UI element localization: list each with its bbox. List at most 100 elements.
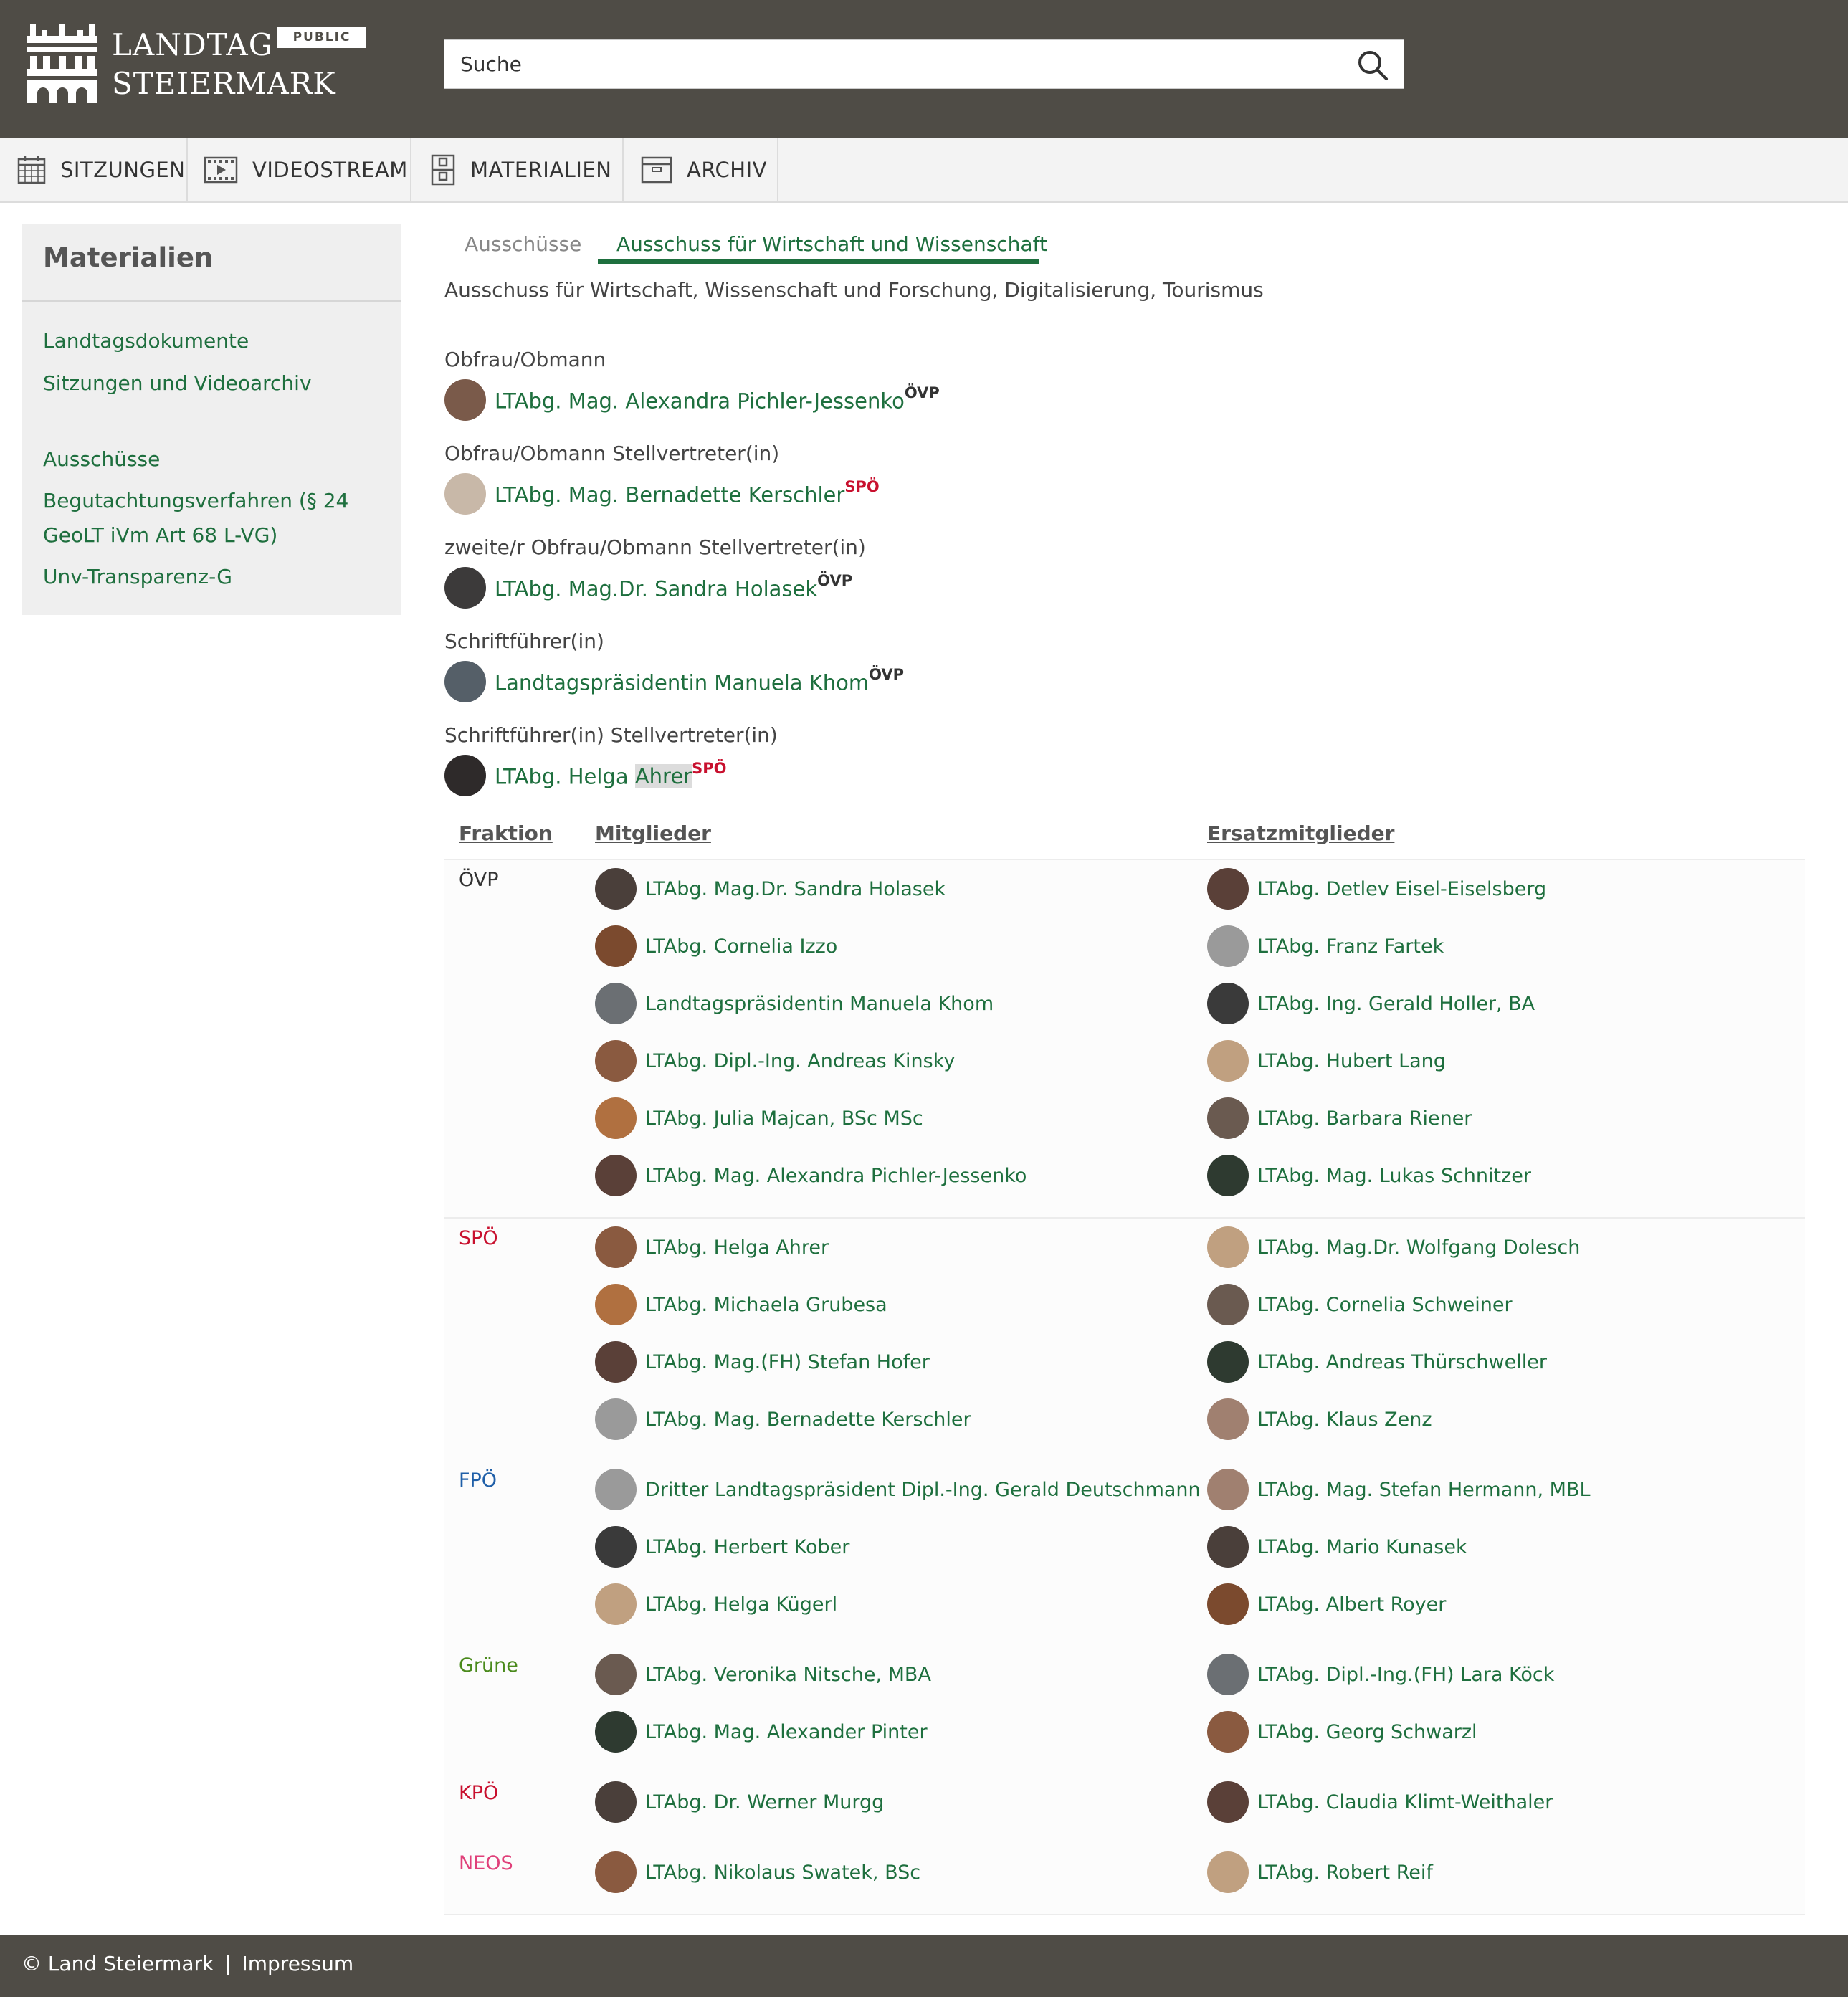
substitute-link[interactable]: LTAbg. Hubert Lang	[1257, 1050, 1446, 1072]
site-logo[interactable]: LANDTAG STEIERMARK PUBLIC	[27, 22, 371, 108]
main-nav: SITZUNGEN VIDEOSTREAM MATERIALIEN ARCHIV	[0, 138, 1848, 203]
member-link[interactable]: LTAbg. Nikolaus Swatek, BSc	[645, 1862, 920, 1884]
avatar	[1207, 1226, 1249, 1268]
documents-icon	[431, 154, 455, 186]
person-name: LTAbg. Helga	[495, 764, 635, 789]
tab-ausschuss-wirtschaft[interactable]: Ausschuss für Wirtschaft und Wissenschaf…	[616, 232, 1047, 256]
substitute-item: LTAbg. Franz Fartek	[1207, 925, 1444, 968]
member-item: LTAbg. Julia Majcan, BSc MSc	[595, 1097, 923, 1140]
avatar	[595, 1469, 637, 1510]
substitute-link[interactable]: LTAbg. Albert Royer	[1257, 1593, 1446, 1616]
sidebar-link-landtagsdokumente[interactable]: Landtagsdokumente	[43, 324, 249, 358]
substitute-item: LTAbg. Mag.Dr. Wolfgang Dolesch	[1207, 1226, 1580, 1269]
party-badge: ÖVP	[817, 571, 853, 589]
member-link[interactable]: LTAbg. Julia Majcan, BSc MSc	[645, 1107, 923, 1130]
search-icon	[1358, 51, 1388, 80]
avatar	[1207, 1526, 1249, 1568]
substitute-link[interactable]: LTAbg. Mag. Stefan Hermann, MBL	[1257, 1479, 1591, 1501]
substitute-link[interactable]: LTAbg. Cornelia Schweiner	[1257, 1294, 1513, 1316]
substitute-link[interactable]: LTAbg. Robert Reif	[1257, 1862, 1433, 1884]
nav-materialien[interactable]: MATERIALIEN	[411, 138, 624, 201]
substitute-link[interactable]: LTAbg. Mag.Dr. Wolfgang Dolesch	[1257, 1236, 1580, 1259]
member-item: LTAbg. Michaela Grubesa	[595, 1283, 887, 1326]
substitute-link[interactable]: LTAbg. Mag. Lukas Schnitzer	[1257, 1165, 1531, 1187]
role-person: Landtagspräsidentin Manuela KhomÖVP	[444, 660, 904, 703]
member-link[interactable]: LTAbg. Mag. Bernadette Kerschler	[645, 1409, 971, 1431]
avatar	[444, 755, 486, 796]
avatar	[595, 1226, 637, 1268]
member-link[interactable]: LTAbg. Mag. Alexandra Pichler-Jessenko	[645, 1165, 1027, 1187]
substitute-link[interactable]: LTAbg. Claudia Klimt-Weithaler	[1257, 1791, 1553, 1813]
substitute-link[interactable]: LTAbg. Georg Schwarzl	[1257, 1721, 1477, 1743]
member-link[interactable]: LTAbg. Dipl.-Ing. Andreas Kinsky	[645, 1050, 955, 1072]
member-link[interactable]: LTAbg. Cornelia Izzo	[645, 935, 837, 958]
member-item: LTAbg. Mag. Bernadette Kerschler	[595, 1398, 971, 1441]
member-link[interactable]: LTAbg. Mag.(FH) Stefan Hofer	[645, 1351, 930, 1373]
member-link[interactable]: LTAbg. Helga Ahrer	[645, 1236, 829, 1259]
avatar	[444, 661, 486, 702]
nav-archiv[interactable]: ARCHIV	[624, 138, 778, 201]
sidebar-link-ausschuesse[interactable]: Ausschüsse	[43, 442, 160, 477]
avatar	[1207, 925, 1249, 967]
person-name: LTAbg. Mag.Dr. Sandra Holasek	[495, 576, 818, 601]
substitute-item: LTAbg. Hubert Lang	[1207, 1039, 1446, 1082]
member-link[interactable]: LTAbg. Mag.Dr. Sandra Holasek	[645, 878, 946, 900]
avatar	[595, 868, 637, 910]
nav-materialien-label: MATERIALIEN	[470, 158, 612, 182]
person-link[interactable]: LTAbg. Mag. Bernadette KerschlerSPÖ	[495, 478, 880, 507]
member-link[interactable]: LTAbg. Veronika Nitsche, MBA	[645, 1664, 931, 1686]
sidebar-link-sitzungen-videoarchiv[interactable]: Sitzungen und Videoarchiv	[43, 366, 312, 401]
member-link[interactable]: LTAbg. Helga Kügerl	[645, 1593, 837, 1616]
column-header-mitglieder[interactable]: Mitglieder	[595, 821, 711, 845]
avatar	[1207, 868, 1249, 910]
sidebar-link-begutachtungsverfahren[interactable]: Begutachtungsverfahren (§ 24	[43, 484, 348, 518]
substitute-link[interactable]: LTAbg. Franz Fartek	[1257, 935, 1444, 958]
member-item: LTAbg. Dr. Werner Murgg	[595, 1781, 884, 1824]
substitute-item: LTAbg. Albert Royer	[1207, 1583, 1446, 1626]
row-divider	[444, 1914, 1805, 1915]
member-item: LTAbg. Mag.Dr. Sandra Holasek	[595, 867, 946, 910]
search-button[interactable]	[1356, 49, 1389, 82]
fraktion-label: FPÖ	[459, 1469, 497, 1492]
substitute-item: LTAbg. Andreas Thürschweller	[1207, 1340, 1547, 1383]
role-label: Schriftführer(in) Stellvertreter(in)	[444, 723, 778, 747]
substitute-link[interactable]: LTAbg. Barbara Riener	[1257, 1107, 1472, 1130]
party-badge: ÖVP	[904, 383, 940, 401]
substitute-item: LTAbg. Robert Reif	[1207, 1851, 1433, 1894]
sidebar-link-begutachtungsverfahren-cont[interactable]: GeoLT iVm Art 68 L-VG)	[43, 518, 277, 553]
person-name: LTAbg. Mag. Alexandra Pichler-Jessenko	[495, 389, 905, 414]
substitute-link[interactable]: LTAbg. Klaus Zenz	[1257, 1409, 1432, 1431]
column-header-ersatzmitglieder[interactable]: Ersatzmitglieder	[1207, 821, 1394, 845]
tab-ausschuesse[interactable]: Ausschüsse	[465, 232, 581, 256]
nav-videostream[interactable]: VIDEOSTREAM	[188, 138, 411, 201]
member-link[interactable]: LTAbg. Michaela Grubesa	[645, 1294, 887, 1316]
avatar	[1207, 1284, 1249, 1325]
substitute-link[interactable]: LTAbg. Andreas Thürschweller	[1257, 1351, 1547, 1373]
member-link[interactable]: LTAbg. Dr. Werner Murgg	[645, 1791, 884, 1813]
fraktion-label: Grüne	[459, 1654, 518, 1677]
substitute-item: LTAbg. Klaus Zenz	[1207, 1398, 1432, 1441]
avatar	[444, 567, 486, 609]
person-name-highlight: Ahrer	[634, 764, 692, 789]
person-link[interactable]: Landtagspräsidentin Manuela KhomÖVP	[495, 666, 904, 695]
member-link[interactable]: LTAbg. Herbert Kober	[645, 1536, 849, 1558]
search-input[interactable]	[444, 40, 1372, 88]
impressum-link[interactable]: Impressum	[242, 1952, 354, 1975]
substitute-link[interactable]: LTAbg. Mario Kunasek	[1257, 1536, 1467, 1558]
member-item: LTAbg. Helga Ahrer	[595, 1226, 829, 1269]
column-header-fraktion[interactable]: Fraktion	[459, 821, 553, 845]
sidebar-link-unv-transparenz[interactable]: Unv-Transparenz-G	[43, 560, 232, 594]
person-link[interactable]: LTAbg. Helga AhrerSPÖ	[495, 760, 726, 789]
member-link[interactable]: Landtagspräsidentin Manuela Khom	[645, 993, 994, 1015]
person-link[interactable]: LTAbg. Mag.Dr. Sandra HolasekÖVP	[495, 571, 853, 601]
substitute-link[interactable]: LTAbg. Ing. Gerald Holler, BA	[1257, 993, 1535, 1015]
role-person: LTAbg. Mag. Alexandra Pichler-JessenkoÖV…	[444, 378, 940, 421]
nav-sitzungen[interactable]: SITZUNGEN	[0, 138, 188, 201]
person-link[interactable]: LTAbg. Mag. Alexandra Pichler-JessenkoÖV…	[495, 383, 940, 414]
avatar	[444, 379, 486, 421]
substitute-link[interactable]: LTAbg. Dipl.-Ing.(FH) Lara Köck	[1257, 1664, 1554, 1686]
member-link[interactable]: Dritter Landtagspräsident Dipl.-Ing. Ger…	[645, 1479, 1201, 1501]
substitute-link[interactable]: LTAbg. Detlev Eisel-Eiselsberg	[1257, 878, 1546, 900]
site-header: LANDTAG STEIERMARK PUBLIC	[0, 0, 1848, 138]
member-link[interactable]: LTAbg. Mag. Alexander Pinter	[645, 1721, 928, 1743]
